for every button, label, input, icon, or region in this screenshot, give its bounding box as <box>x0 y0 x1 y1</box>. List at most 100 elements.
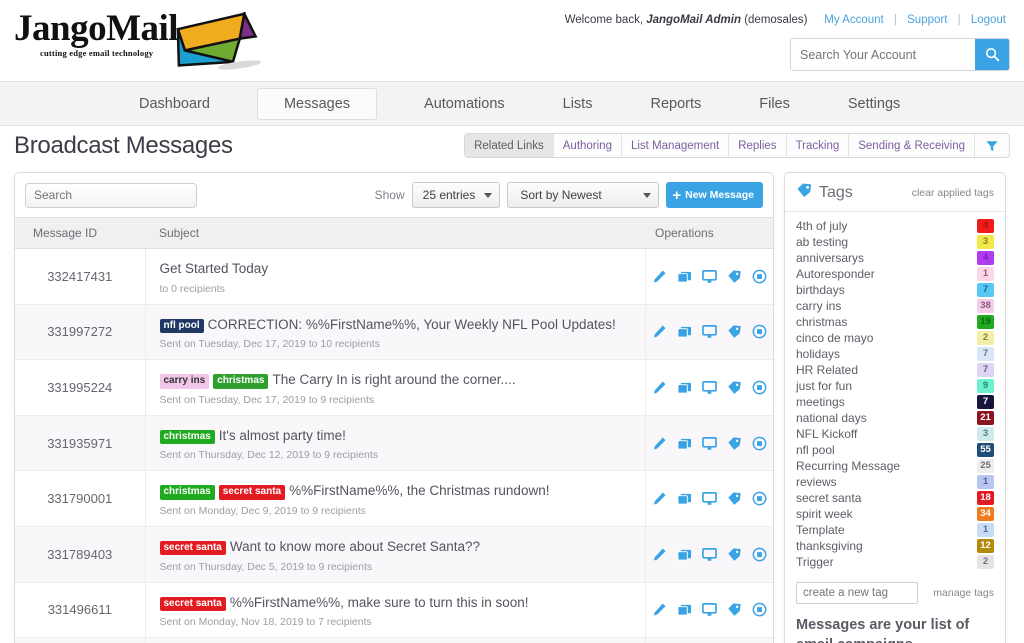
table-row[interactable]: 331790001 christmas secret santa %%FirstNam… <box>15 470 773 527</box>
nav-item-settings[interactable]: Settings <box>837 88 911 120</box>
nav-item-dashboard[interactable]: Dashboard <box>128 88 221 120</box>
tag-list-item[interactable]: meetings 7 <box>796 394 994 410</box>
tag-list-item[interactable]: cinco de mayo 2 <box>796 330 994 346</box>
tag-list-item[interactable]: anniversarys 4 <box>796 250 994 266</box>
tag-icon[interactable] <box>727 269 742 284</box>
message-tag-chip[interactable]: secret santa <box>159 540 226 556</box>
tag-list-item[interactable]: holidays 7 <box>796 346 994 362</box>
edit-icon[interactable] <box>652 324 667 339</box>
table-row[interactable]: 332417431 Get Started Today to 0 recipient… <box>15 248 773 305</box>
nav-item-reports[interactable]: Reports <box>639 88 712 120</box>
tab-related-links[interactable]: Related Links <box>465 134 554 157</box>
edit-icon[interactable] <box>652 269 667 284</box>
account-search-input[interactable] <box>791 39 975 70</box>
edit-icon[interactable] <box>652 547 667 562</box>
tag-list-item[interactable]: thanksgiving 12 <box>796 538 994 554</box>
edit-icon[interactable] <box>652 491 667 506</box>
new-message-button[interactable]: + New Message <box>666 182 763 208</box>
folder-icon[interactable] <box>677 491 692 506</box>
tag-list-item[interactable]: just for fun 9 <box>796 378 994 394</box>
stop-circle-icon[interactable] <box>752 547 767 562</box>
nav-item-messages[interactable]: Messages <box>256 87 378 120</box>
message-tag-chip[interactable]: nfl pool <box>159 318 204 334</box>
stop-circle-icon[interactable] <box>752 602 767 617</box>
tag-list-item[interactable]: HR Related 7 <box>796 362 994 378</box>
tag-icon[interactable] <box>727 547 742 562</box>
stop-circle-icon[interactable] <box>752 491 767 506</box>
tag-list-item[interactable]: birthdays 7 <box>796 282 994 298</box>
monitor-icon[interactable] <box>701 380 717 395</box>
sort-select[interactable]: Sort by Newest <box>507 182 660 208</box>
message-tag-chip[interactable]: christmas <box>213 374 269 389</box>
message-tag-chip[interactable]: christmas <box>159 485 215 500</box>
account-search[interactable] <box>790 38 1010 71</box>
monitor-icon[interactable] <box>701 491 717 506</box>
monitor-icon[interactable] <box>701 436 717 451</box>
nav-item-automations[interactable]: Automations <box>413 88 516 120</box>
monitor-icon[interactable] <box>701 269 717 284</box>
monitor-icon[interactable] <box>701 602 717 617</box>
clear-applied-tags-link[interactable]: clear applied tags <box>912 187 994 199</box>
account-search-button[interactable] <box>975 39 1009 70</box>
create-tag-input[interactable] <box>796 582 918 604</box>
monitor-icon[interactable] <box>701 547 717 562</box>
entries-select[interactable]: 25 entries <box>411 182 501 208</box>
support-link[interactable]: Support <box>907 14 947 26</box>
stop-circle-icon[interactable] <box>752 324 767 339</box>
messages-search[interactable] <box>25 182 197 208</box>
tag-list-item[interactable]: reviews 1 <box>796 474 994 490</box>
edit-icon[interactable] <box>652 602 667 617</box>
tag-icon[interactable] <box>727 380 742 395</box>
tag-list-item[interactable]: nfl pool 55 <box>796 442 994 458</box>
tag-list-item[interactable]: NFL Kickoff 3 <box>796 426 994 442</box>
tag-list-item[interactable]: national days 21 <box>796 410 994 426</box>
logout-link[interactable]: Logout <box>971 14 1006 26</box>
edit-icon[interactable] <box>652 436 667 451</box>
table-row[interactable]: 331935971 christmas It's almost party time… <box>15 415 773 472</box>
tab-list-management[interactable]: List Management <box>622 134 730 157</box>
folder-icon[interactable] <box>677 602 692 617</box>
message-tag-chip[interactable]: carry ins <box>159 374 210 389</box>
tag-list-item[interactable]: 4th of july 4 <box>796 218 994 234</box>
tag-list-item[interactable]: ab testing 3 <box>796 234 994 250</box>
brand-logo[interactable]: JangoMail cutting edge email technology <box>14 9 262 77</box>
tag-list-item[interactable]: spirit week 34 <box>796 506 994 522</box>
table-row[interactable]: 331997272 nfl pool CORRECTION: %%FirstName… <box>15 304 773 361</box>
folder-icon[interactable] <box>677 269 692 284</box>
table-row[interactable]: 331496611 secret santa %%FirstName%%, make… <box>15 582 773 639</box>
table-row[interactable]: 331496556secret santa%%FirstName%%, are … <box>15 637 773 643</box>
tab-sending-receiving[interactable]: Sending & Receiving <box>849 134 975 157</box>
tab-tracking[interactable]: Tracking <box>787 134 850 157</box>
tag-list-item[interactable]: Template 1 <box>796 522 994 538</box>
message-tag-chip[interactable]: christmas <box>159 429 215 445</box>
tag-list-item[interactable]: secret santa 18 <box>796 490 994 506</box>
tag-icon[interactable] <box>727 436 742 451</box>
message-tag-chip[interactable]: secret santa <box>218 485 286 500</box>
tag-list-item[interactable]: Trigger 2 <box>796 554 994 570</box>
search-input[interactable] <box>26 183 196 207</box>
tag-icon[interactable] <box>727 324 742 339</box>
stop-circle-icon[interactable] <box>752 380 767 395</box>
tag-list-item[interactable]: carry ins 38 <box>796 298 994 314</box>
stop-circle-icon[interactable] <box>752 269 767 284</box>
table-row[interactable]: 331789403 secret santa Want to know more a… <box>15 526 773 583</box>
tag-list-item[interactable]: Autoresponder 1 <box>796 266 994 282</box>
message-tag-chip[interactable]: secret santa <box>159 596 226 612</box>
folder-icon[interactable] <box>677 380 692 395</box>
tag-list-item[interactable]: Recurring Message 25 <box>796 458 994 474</box>
manage-tags-link[interactable]: manage tags <box>933 587 994 599</box>
tag-icon[interactable] <box>727 602 742 617</box>
monitor-icon[interactable] <box>701 324 717 339</box>
tab-authoring[interactable]: Authoring <box>554 134 622 157</box>
stop-circle-icon[interactable] <box>752 436 767 451</box>
edit-icon[interactable] <box>652 380 667 395</box>
table-row[interactable]: 331995224 carry ins christmas The Carry In … <box>15 359 773 416</box>
filter-funnel-button[interactable] <box>975 134 1009 157</box>
folder-icon[interactable] <box>677 324 692 339</box>
nav-item-files[interactable]: Files <box>748 88 801 120</box>
folder-icon[interactable] <box>677 436 692 451</box>
my-account-link[interactable]: My Account <box>824 14 883 26</box>
folder-icon[interactable] <box>677 547 692 562</box>
tag-icon[interactable] <box>727 491 742 506</box>
tag-list-item[interactable]: christmas 19 <box>796 314 994 330</box>
